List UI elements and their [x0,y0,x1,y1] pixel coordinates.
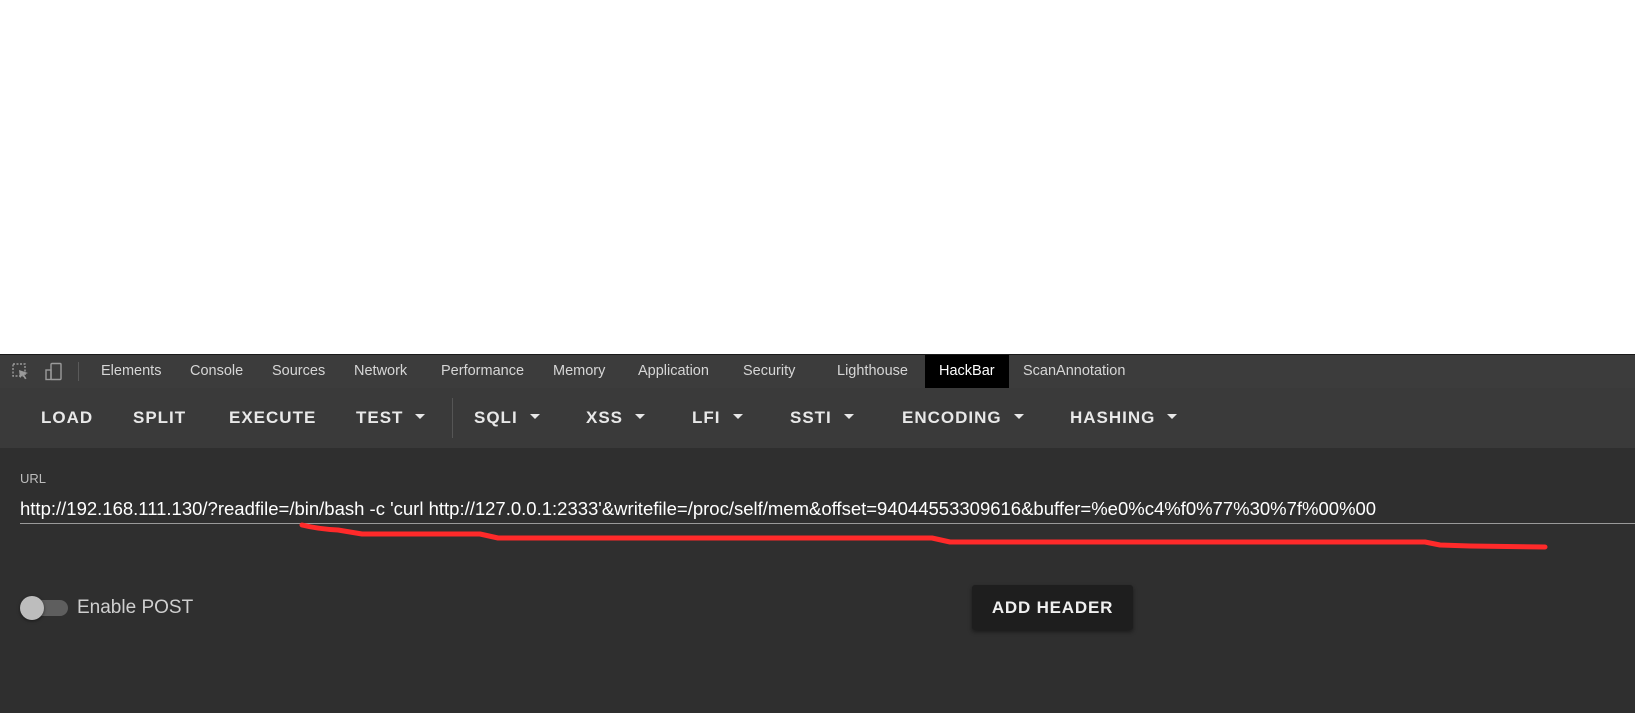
enable-post-label: Enable POST [77,597,194,618]
ssti-menu-button[interactable]: SSTI [790,388,854,448]
tab-console[interactable]: Console [176,355,257,388]
tab-divider [78,362,79,381]
toggle-knob [20,596,44,620]
enable-post-toggle[interactable] [20,596,68,620]
chevron-down-icon [529,414,540,420]
tab-lighthouse[interactable]: Lighthouse [823,355,922,388]
url-input[interactable] [20,494,1635,524]
tab-performance[interactable]: Performance [427,355,538,388]
tab-sources[interactable]: Sources [258,355,339,388]
tab-hackbar[interactable]: HackBar [925,355,1009,388]
chevron-down-icon [1167,414,1178,420]
test-menu-label: TEST [356,408,404,427]
ssti-menu-label: SSTI [790,408,832,427]
tab-memory[interactable]: Memory [539,355,619,388]
split-button[interactable]: SPLIT [133,388,186,448]
sqli-menu-button[interactable]: SQLI [474,388,540,448]
hackbar-toolbar: LOAD SPLIT EXECUTE TEST SQLI XSS LFI SST… [0,388,1635,448]
chevron-down-icon [843,414,854,420]
xss-menu-button[interactable]: XSS [586,388,646,448]
tab-security[interactable]: Security [729,355,809,388]
sqli-menu-label: SQLI [474,408,518,427]
hashing-menu-label: HASHING [1070,408,1156,427]
devtools-tab-bar: Elements Console Sources Network Perform… [0,354,1635,388]
add-header-button[interactable]: ADD HEADER [972,585,1133,630]
load-button[interactable]: LOAD [41,388,93,448]
device-toolbar-icon[interactable] [44,362,62,381]
lfi-menu-label: LFI [692,408,721,427]
tab-scanannotation[interactable]: ScanAnnotation [1009,355,1139,388]
xss-menu-label: XSS [586,408,624,427]
url-field-label: URL [20,471,47,486]
chevron-down-icon [732,414,743,420]
test-menu-button[interactable]: TEST [356,388,426,448]
chevron-down-icon [415,414,426,420]
chevron-down-icon [1013,414,1024,420]
encoding-menu-label: ENCODING [902,408,1002,427]
toolbar-divider [452,398,453,438]
hashing-menu-button[interactable]: HASHING [1070,388,1178,448]
chevron-down-icon [635,414,646,420]
lfi-menu-button[interactable]: LFI [692,388,743,448]
encoding-menu-button[interactable]: ENCODING [902,388,1024,448]
inspected-page-viewport [0,0,1635,354]
inspect-element-icon[interactable] [11,362,29,380]
tab-application[interactable]: Application [624,355,723,388]
execute-button[interactable]: EXECUTE [229,388,316,448]
devtools-panel: Elements Console Sources Network Perform… [0,354,1635,713]
tab-elements[interactable]: Elements [87,355,175,388]
tab-network[interactable]: Network [340,355,421,388]
